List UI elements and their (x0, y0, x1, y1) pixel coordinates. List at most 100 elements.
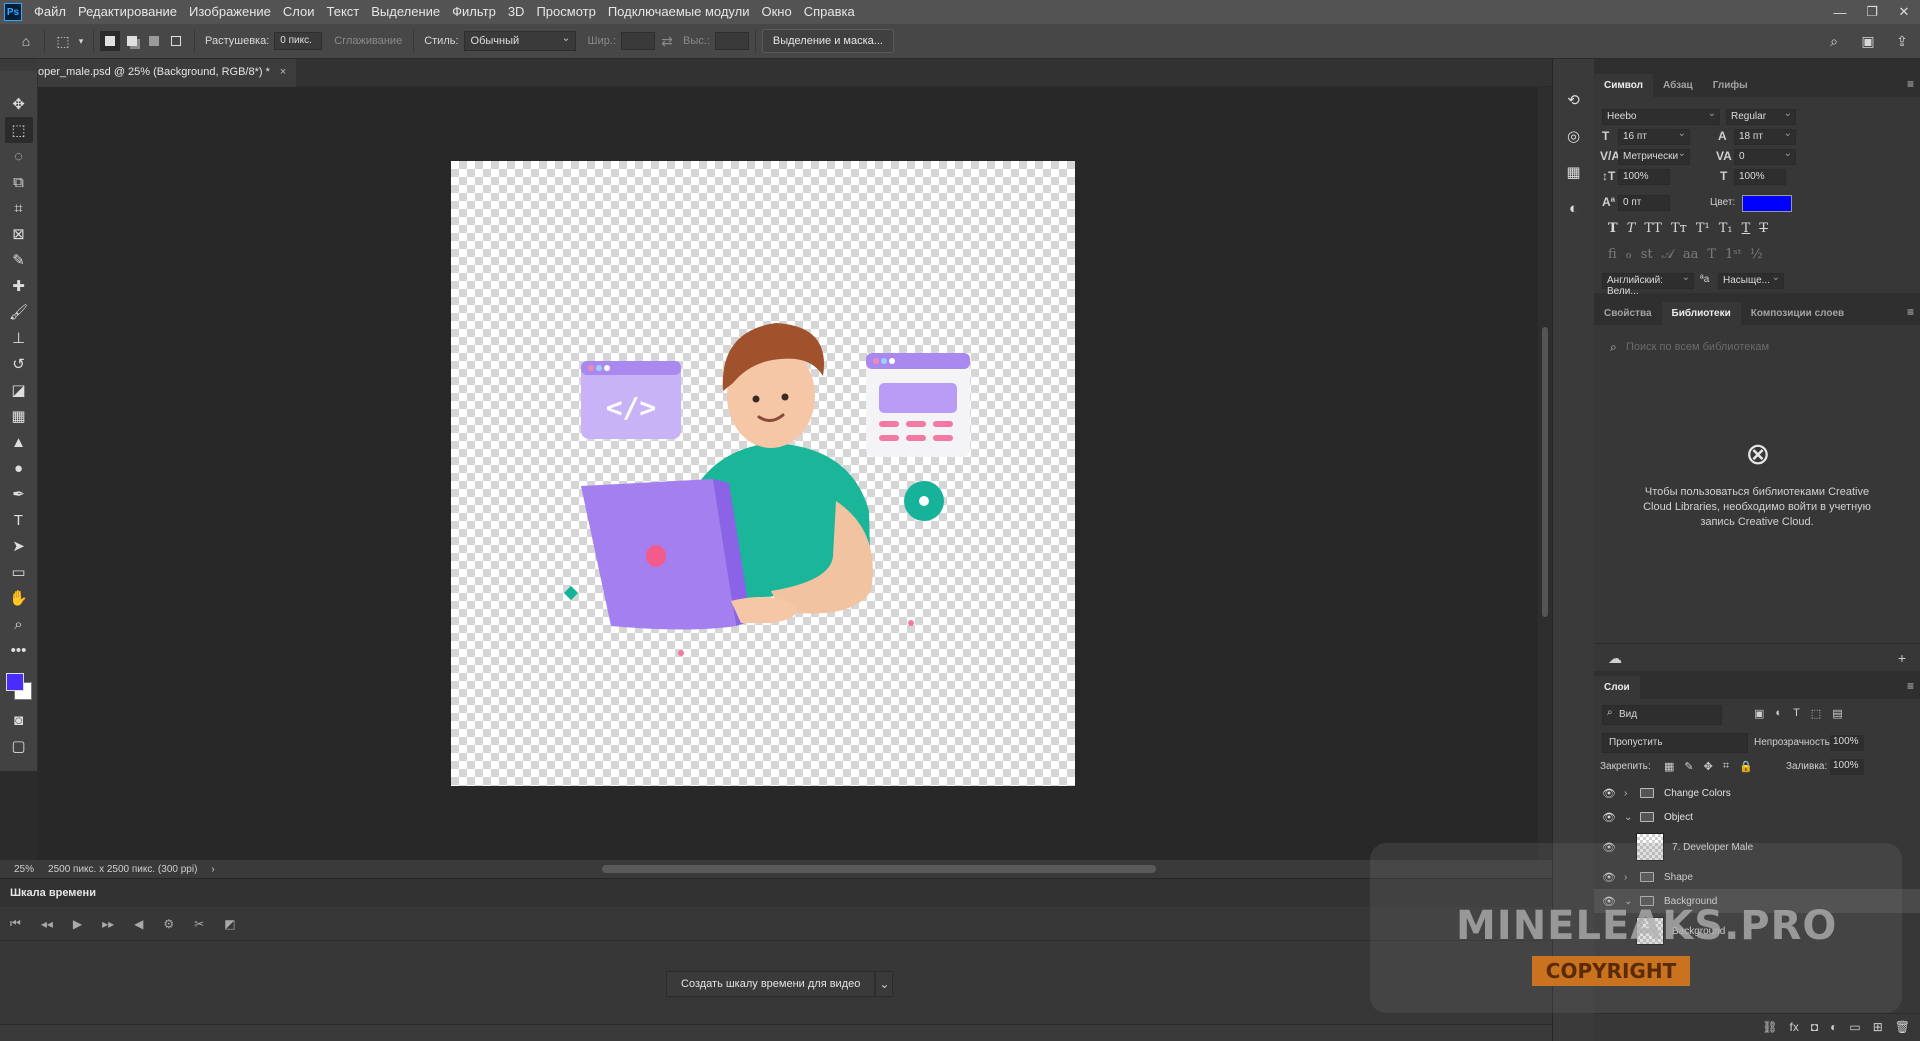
lock-artboard-icon[interactable]: ⌗ (1723, 760, 1729, 773)
go-to-first-frame-icon[interactable]: ⏮ (10, 916, 21, 931)
faux-bold-icon[interactable]: T (1608, 221, 1618, 236)
search-icon[interactable]: ⌕ (1822, 29, 1846, 53)
ligature-icon[interactable]: fi (1608, 247, 1617, 262)
pen-tool-icon[interactable]: ✒ (5, 481, 33, 507)
path-selection-tool-icon[interactable]: ➤ (5, 533, 33, 559)
rectangular-marquee-tool-icon[interactable]: ⬚ (4, 117, 33, 143)
menu-window[interactable]: Окно (755, 0, 797, 24)
fill-input[interactable]: 100% (1830, 759, 1864, 775)
status-menu-arrow[interactable]: › (211, 864, 214, 875)
menu-type[interactable]: Текст (321, 0, 366, 24)
dodge-tool-icon[interactable]: ● (5, 455, 33, 481)
adjustment-layer-icon[interactable]: ◐ (1830, 1020, 1837, 1035)
tab-paragraph[interactable]: Абзац (1653, 74, 1703, 97)
create-video-timeline-button[interactable]: Создать шкалу времени для видео (666, 971, 876, 997)
restore-icon[interactable]: ❐ (1856, 0, 1888, 24)
home-icon[interactable]: ⌂ (14, 29, 38, 53)
audio-icon[interactable]: ◀ (134, 917, 143, 931)
new-layer-icon[interactable]: ⊞ (1873, 1020, 1883, 1035)
workspace-icon[interactable]: ▣ (1856, 29, 1880, 53)
split-scissors-icon[interactable]: ✂ (194, 917, 204, 931)
library-search-input[interactable]: ⌕ Поиск по всем библиотекам (1602, 337, 1912, 359)
hand-tool-icon[interactable]: ✋ (5, 585, 33, 611)
add-content-icon[interactable]: + (1898, 650, 1906, 666)
chevron-down-icon[interactable]: ⌄ (875, 971, 894, 997)
new-group-icon[interactable]: ▭ (1849, 1020, 1860, 1035)
type-tool-icon[interactable]: T (5, 507, 33, 533)
pixel-filter-icon[interactable]: ▣ (1754, 707, 1764, 720)
all-caps-icon[interactable]: TT (1644, 221, 1662, 236)
adjustment-filter-icon[interactable]: ◐ (1775, 707, 1782, 720)
toolbar-collapse-strip[interactable] (0, 59, 38, 71)
blur-tool-icon[interactable]: ▲ (5, 429, 33, 455)
menu-image[interactable]: Изображение (183, 0, 277, 24)
lock-transparent-icon[interactable]: ▦ (1664, 760, 1674, 773)
select-and-mask-button[interactable]: Выделение и маска... (761, 29, 894, 53)
superscript-icon[interactable]: T¹ (1696, 221, 1710, 236)
visibility-eye-icon[interactable]: 👁 (1602, 787, 1620, 800)
leading-input[interactable]: 18 пт (1734, 128, 1796, 145)
small-caps-icon[interactable]: Tт (1671, 221, 1687, 236)
menu-edit[interactable]: Редактирование (72, 0, 183, 24)
menu-view[interactable]: Просмотр (530, 0, 601, 24)
play-icon[interactable]: ▶ (73, 917, 82, 931)
link-layers-icon[interactable]: ⛓ (1762, 1020, 1777, 1035)
panel-menu-icon[interactable]: ≡ (1907, 305, 1914, 319)
menu-layers[interactable]: Слои (277, 0, 321, 24)
crop-tool-icon[interactable]: ⌗ (5, 195, 33, 221)
tracking-select[interactable]: 0 (1734, 148, 1796, 165)
antialias-checkbox[interactable]: Сглаживание (334, 35, 402, 47)
lock-position-icon[interactable]: ✥ (1704, 760, 1713, 773)
document-tab[interactable]: oper_male.psd @ 25% (Background, RGB/8*)… (38, 59, 297, 87)
smart-object-filter-icon[interactable]: ▤ (1832, 707, 1842, 720)
subtract-selection-mode-button[interactable] (144, 31, 164, 51)
underline-icon[interactable]: T (1742, 221, 1751, 236)
add-selection-mode-button[interactable] (122, 31, 142, 51)
titling-icon[interactable]: T (1707, 247, 1716, 262)
vertical-scale-input[interactable]: 100% (1618, 169, 1670, 185)
stylistic-alternates-icon[interactable]: aa (1683, 247, 1699, 262)
more-tools-icon[interactable]: ••• (5, 637, 33, 663)
horizontal-scale-input[interactable]: 100% (1734, 169, 1786, 185)
tab-properties[interactable]: Свойства (1594, 302, 1662, 325)
move-tool-icon[interactable]: ✥ (5, 91, 33, 117)
tab-libraries[interactable]: Библиотеки (1661, 302, 1741, 325)
lock-image-icon[interactable]: ✎ (1684, 760, 1693, 773)
delete-layer-icon[interactable]: 🗑 (1895, 1020, 1910, 1035)
type-filter-icon[interactable]: T (1793, 707, 1800, 720)
layer-row[interactable]: 👁 › Change Colors (1594, 781, 1920, 805)
object-selection-tool-icon[interactable]: ⧉ (5, 169, 33, 195)
healing-brush-tool-icon[interactable]: ✚ (5, 273, 33, 299)
menu-help[interactable]: Справка (798, 0, 861, 24)
foreground-color-swatch[interactable] (5, 673, 24, 691)
blend-mode-select[interactable]: Пропустить (1602, 733, 1748, 753)
fractions-icon[interactable]: ½ (1750, 247, 1763, 262)
lasso-tool-icon[interactable]: ◌ (5, 143, 33, 169)
zoom-tool-icon[interactable]: ⌕ (5, 611, 33, 637)
add-mask-icon[interactable]: ◘ (1811, 1020, 1818, 1035)
menu-3d[interactable]: 3D (502, 0, 531, 24)
eyedropper-tool-icon[interactable]: ✎ (5, 247, 33, 273)
minimize-icon[interactable]: — (1824, 0, 1856, 24)
tab-character[interactable]: Символ (1594, 74, 1653, 97)
document-canvas[interactable]: </> (451, 161, 1075, 786)
swatches-panel-icon[interactable]: ▦ (1561, 159, 1587, 185)
previous-frame-icon[interactable]: ◂◂ (41, 917, 53, 931)
history-panel-icon[interactable]: ⟲ (1561, 87, 1587, 113)
settings-gear-icon[interactable]: ⚙ (163, 917, 174, 931)
height-input[interactable] (714, 32, 749, 50)
close-tab-icon[interactable]: × (280, 66, 286, 87)
panel-menu-icon[interactable]: ≡ (1907, 77, 1914, 91)
marquee-preset-icon[interactable]: ⬚ (51, 29, 75, 53)
expand-caret-icon[interactable]: › (1624, 788, 1636, 799)
canvas-area[interactable]: </> (38, 87, 1552, 860)
lock-all-icon[interactable]: 🔒 (1739, 760, 1753, 773)
font-style-select[interactable]: Regular (1726, 108, 1796, 125)
share-icon[interactable]: ⇪ (1890, 29, 1914, 53)
kerning-select[interactable]: Метрически (1618, 148, 1690, 165)
baseline-shift-input[interactable]: 0 пт (1618, 195, 1670, 211)
panel-menu-icon[interactable]: ≡ (1907, 679, 1914, 693)
menu-select[interactable]: Выделение (365, 0, 446, 24)
width-input[interactable] (621, 32, 656, 50)
layer-row[interactable]: 👁 ⌄ Object (1594, 805, 1920, 829)
